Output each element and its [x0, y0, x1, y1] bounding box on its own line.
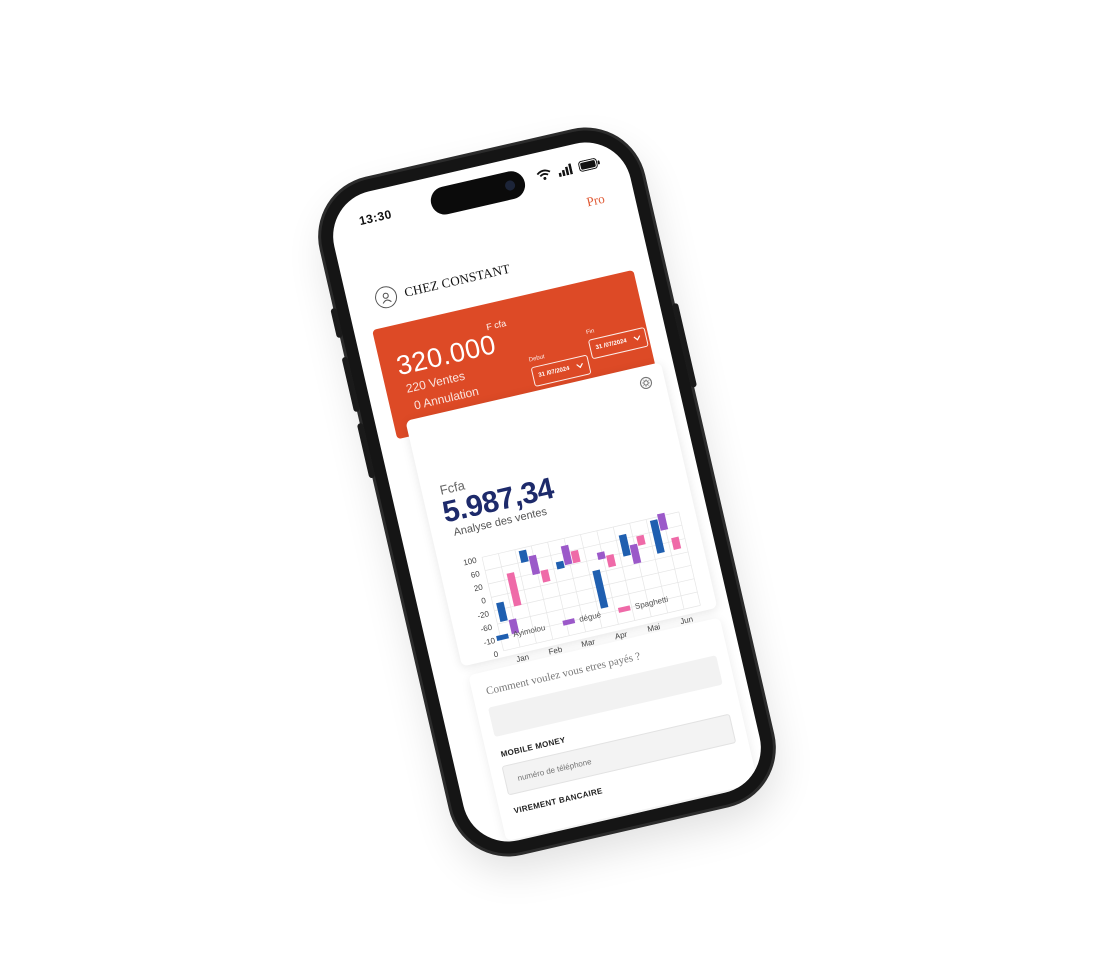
chart-bar [496, 601, 508, 623]
end-date-label: Fin [585, 328, 596, 337]
end-date-select[interactable]: 31 /07/2024 [587, 326, 649, 360]
start-date-value: 31 /07/2024 [537, 365, 571, 379]
y-tick-label: -20 [477, 609, 491, 620]
y-tick-label: 20 [473, 582, 484, 593]
wifi-icon [536, 168, 553, 182]
chart-bar [671, 536, 682, 550]
sales-currency: F cfa [485, 318, 508, 333]
screen: 13:30 Pro CHEZ CONSTANT 320.000 F cfa 22… [323, 133, 771, 851]
y-tick-label: -10 [483, 636, 497, 647]
shop-name: CHEZ CONSTANT [402, 260, 512, 300]
phone-frame: 13:30 Pro CHEZ CONSTANT 320.000 F cfa 22… [309, 118, 785, 866]
dynamic-island [428, 168, 528, 218]
chart-bar [629, 543, 642, 565]
y-tick-label: 100 [462, 556, 478, 568]
start-date-label: Debut [528, 354, 546, 364]
legend-swatch [496, 633, 509, 642]
chart-bar [528, 554, 541, 576]
pro-link[interactable]: Pro [585, 191, 606, 211]
stage: 13:30 Pro CHEZ CONSTANT 320.000 F cfa 22… [0, 0, 1097, 974]
chart-bar [636, 534, 646, 546]
chart-bar [540, 569, 551, 583]
status-time: 13:30 [357, 206, 394, 229]
status-icons [536, 157, 602, 182]
legend-swatch [562, 618, 575, 626]
end-date-value: 31 /07/2024 [595, 338, 628, 352]
chart-bar [555, 560, 565, 570]
settings-icon[interactable] [638, 375, 656, 397]
avatar-icon[interactable] [372, 284, 400, 311]
y-tick-label: 0 [493, 649, 500, 659]
chart-bar [518, 549, 529, 563]
grid-line [678, 511, 701, 606]
y-tick-label: 0 [480, 596, 487, 606]
volume-down-button [356, 422, 376, 479]
battery-icon [577, 157, 601, 173]
y-tick-label: 60 [470, 569, 481, 580]
y-tick-label: -60 [480, 623, 494, 634]
signal-icon [557, 163, 574, 178]
volume-up-button [341, 356, 360, 413]
chart-bar [596, 551, 606, 560]
chart-bar [606, 554, 617, 568]
chart-bar [506, 572, 522, 607]
action-button [330, 307, 343, 339]
chart-bar [570, 549, 581, 564]
chevron-down-icon [633, 334, 641, 343]
chevron-down-icon [576, 362, 584, 370]
chart-bar [592, 569, 609, 609]
legend-swatch [617, 605, 631, 613]
